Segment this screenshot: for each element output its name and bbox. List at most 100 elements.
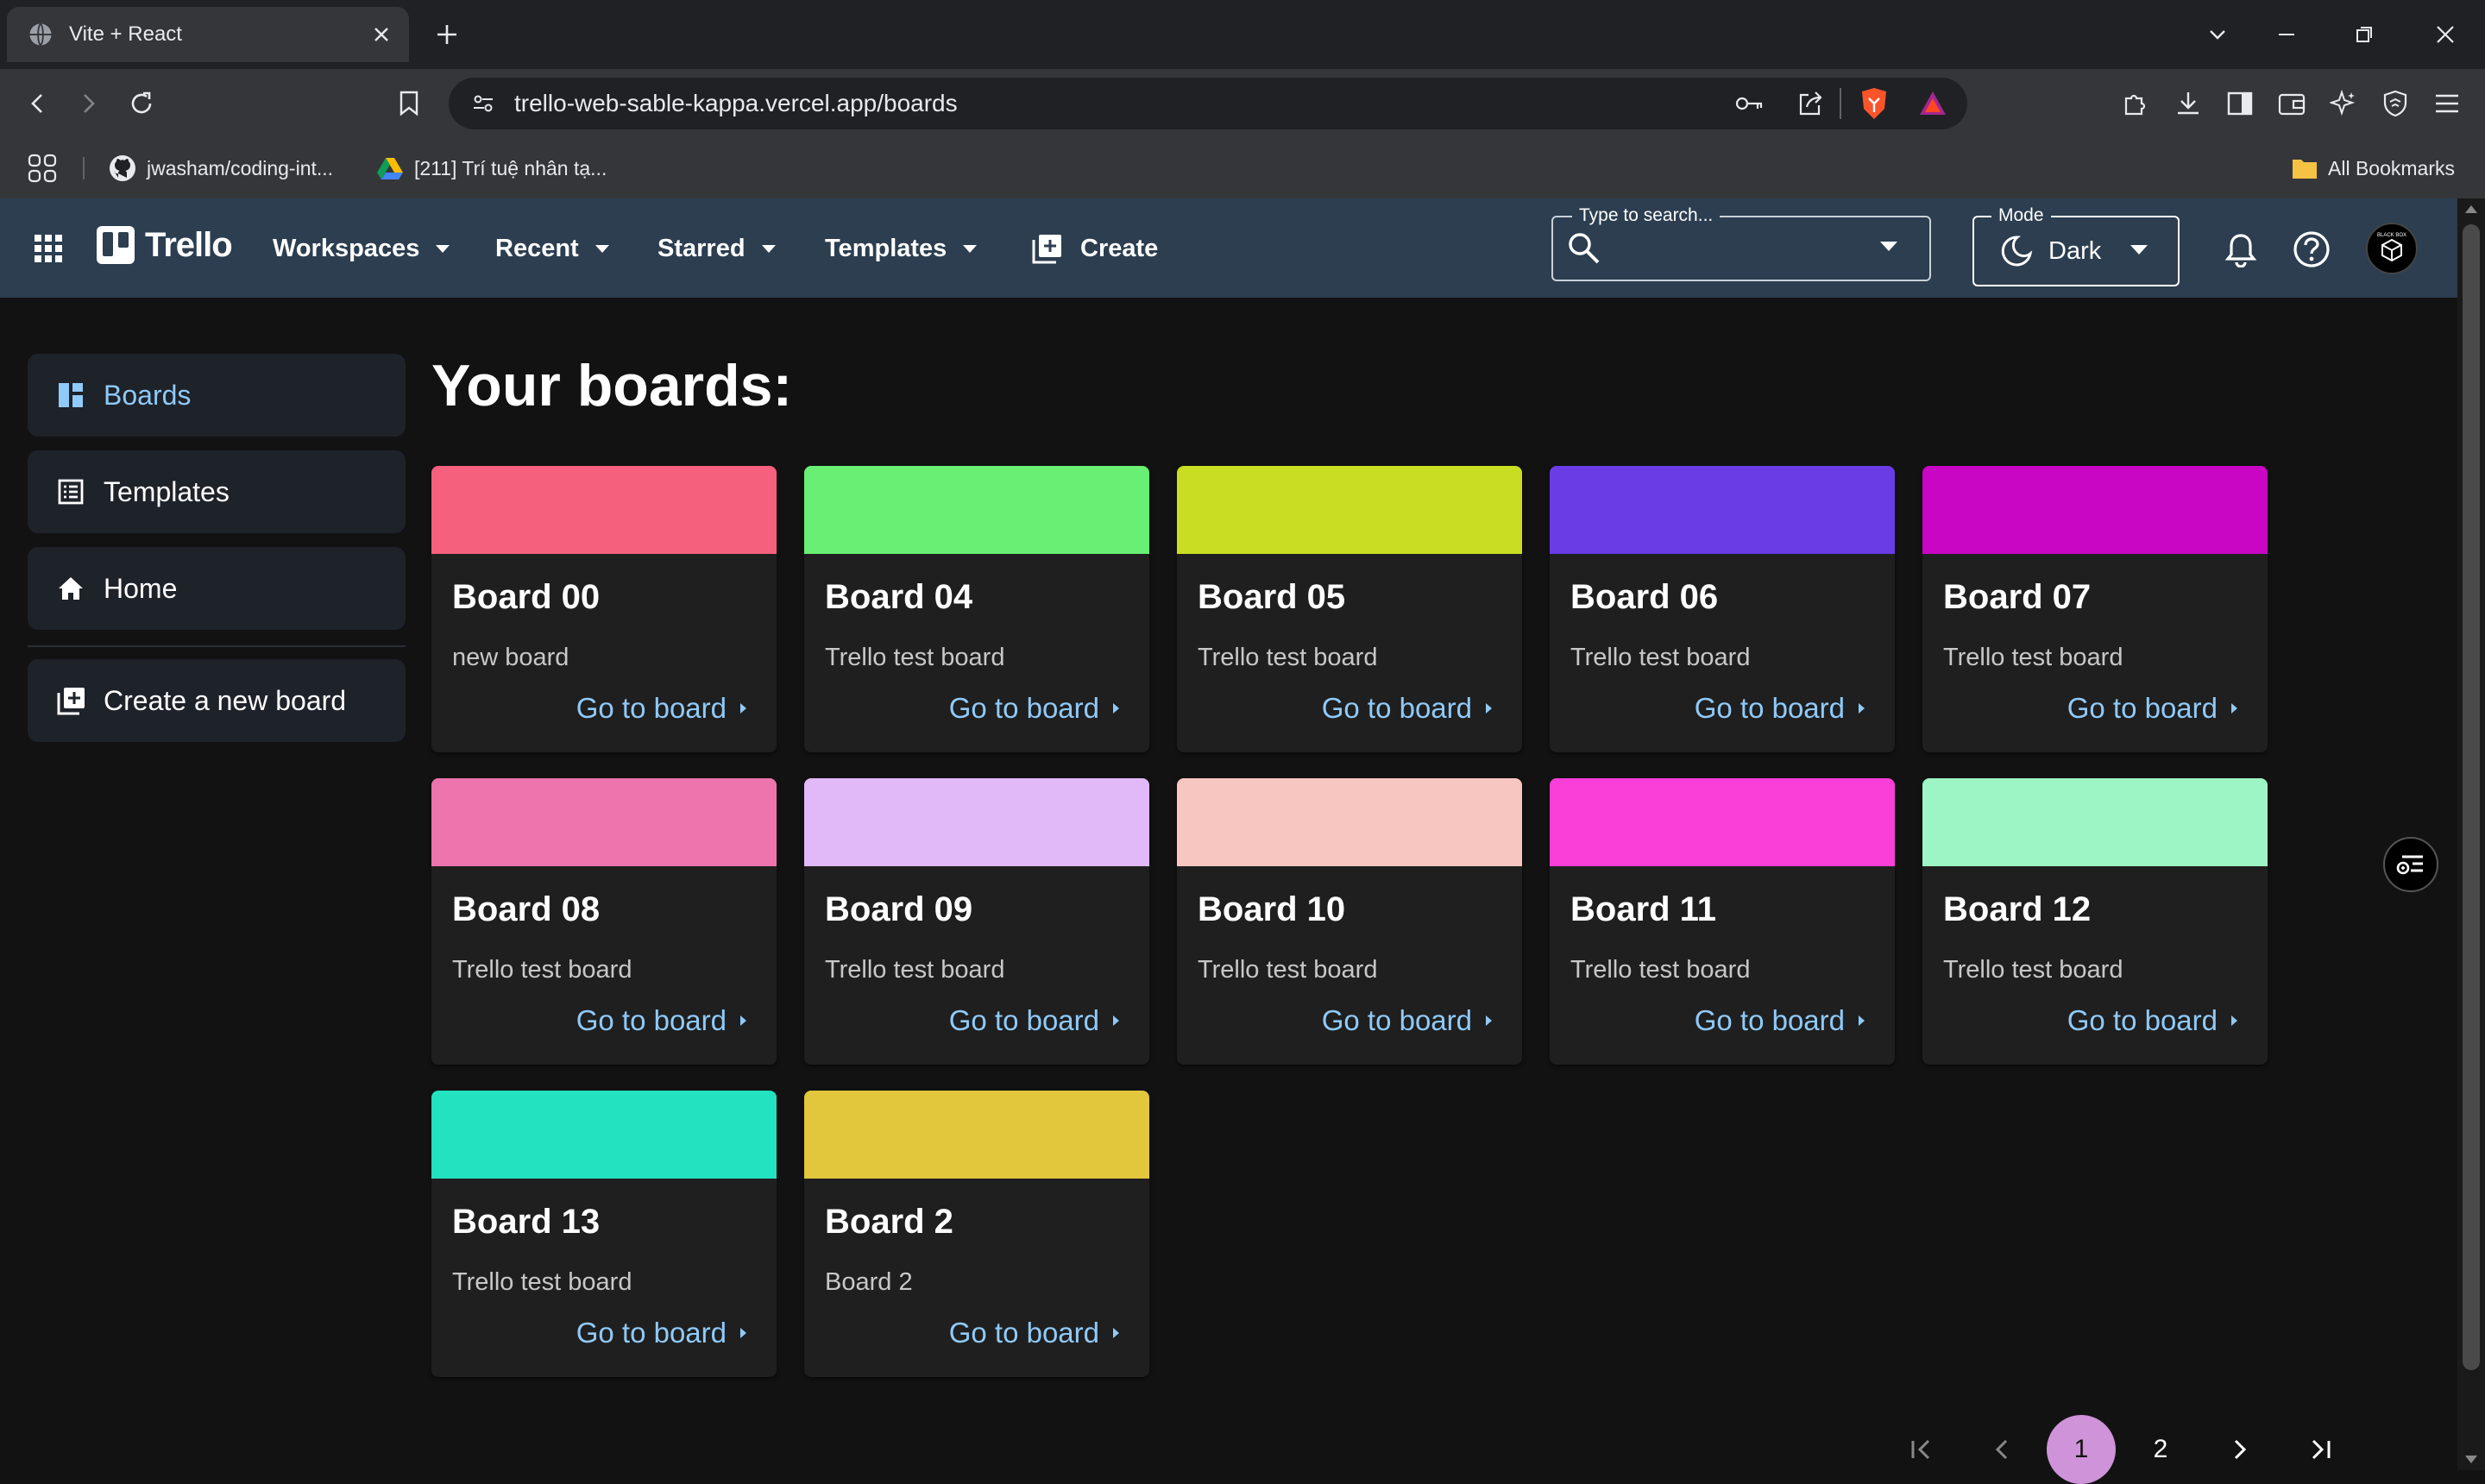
board-card[interactable]: Board 12 Trello test board Go to board — [1922, 778, 2268, 1065]
arrow-right-icon — [1857, 1014, 1865, 1028]
sidebar-item-home[interactable]: Home — [28, 547, 406, 630]
search-dropdown-icon[interactable] — [1879, 240, 1898, 256]
bookmark-item[interactable]: jwasham/coding-int... — [109, 152, 333, 185]
apps-grid-icon[interactable] — [28, 152, 57, 185]
scroll-down-icon[interactable] — [2464, 1455, 2478, 1465]
brave-shields-icon[interactable] — [1859, 86, 1890, 125]
dashboard-icon — [57, 381, 86, 409]
new-tab-icon[interactable] — [430, 17, 464, 52]
scrollbar-thumb[interactable] — [2463, 224, 2480, 1370]
first-page-icon[interactable] — [1888, 1415, 1957, 1484]
create-new-board-button[interactable]: Create a new board — [28, 659, 406, 742]
go-to-board-label: Go to board — [2067, 692, 2218, 724]
go-to-board-link[interactable]: Go to board — [949, 1317, 1120, 1349]
go-to-board-link[interactable]: Go to board — [2067, 1004, 2238, 1037]
back-icon[interactable] — [19, 85, 57, 123]
create-label: Create — [1080, 234, 1159, 262]
trello-logo[interactable]: Trello — [95, 224, 233, 266]
sidebar-item-boards[interactable]: Boards — [28, 354, 406, 437]
board-description: Trello test board — [1198, 956, 1378, 984]
board-card[interactable]: Board 11 Trello test board Go to board — [1550, 778, 1895, 1065]
browser-chrome: Vite + React trello-web-sable-kappa.verc… — [0, 0, 2485, 198]
board-title: Board 00 — [452, 578, 601, 616]
go-to-board-link[interactable]: Go to board — [576, 1004, 747, 1037]
forward-icon[interactable] — [69, 85, 107, 123]
board-card[interactable]: Board 07 Trello test board Go to board — [1922, 466, 2268, 752]
go-to-board-label: Go to board — [2067, 1004, 2218, 1036]
board-card[interactable]: Board 04 Trello test board Go to board — [804, 466, 1149, 752]
bookmark-icon[interactable] — [390, 85, 428, 123]
password-key-icon[interactable] — [1734, 91, 1764, 120]
templates-menu[interactable]: Templates — [825, 226, 978, 271]
board-card[interactable]: Board 00 new board Go to board — [431, 466, 777, 752]
page-2-button[interactable]: 2 — [2126, 1415, 2195, 1484]
go-to-board-link[interactable]: Go to board — [1322, 692, 1493, 725]
mode-value: Dark — [2048, 236, 2102, 265]
minimize-icon[interactable] — [2261, 12, 2312, 57]
close-window-icon[interactable] — [2419, 12, 2471, 57]
site-settings-icon[interactable] — [471, 91, 495, 120]
go-to-board-label: Go to board — [948, 1004, 1099, 1036]
go-to-board-label: Go to board — [576, 692, 727, 724]
tab-search-icon[interactable] — [2192, 12, 2243, 57]
page-scrollbar[interactable] — [2457, 198, 2485, 1470]
arrow-right-icon — [1111, 701, 1120, 715]
go-to-board-link[interactable]: Go to board — [1322, 1004, 1493, 1037]
vpn-shield-icon[interactable] — [2376, 85, 2414, 123]
arrow-right-icon — [1484, 701, 1493, 715]
last-page-icon[interactable] — [2285, 1415, 2354, 1484]
go-to-board-link[interactable]: Go to board — [949, 692, 1120, 725]
go-to-board-link[interactable]: Go to board — [1695, 692, 1865, 725]
go-to-board-link[interactable]: Go to board — [576, 692, 747, 725]
brave-rewards-icon[interactable] — [1917, 88, 1948, 123]
board-title: Board 04 — [825, 578, 973, 616]
bookmark-item[interactable]: [211] Trí tuệ nhân tạ... — [376, 152, 607, 185]
mode-legend: Mode — [1991, 205, 2051, 226]
sidebar-item-templates[interactable]: Templates — [28, 450, 406, 533]
workspaces-menu[interactable]: Workspaces — [273, 226, 450, 271]
go-to-board-link[interactable]: Go to board — [949, 1004, 1120, 1037]
help-icon[interactable] — [2292, 230, 2331, 269]
create-button[interactable]: Create — [1032, 226, 1158, 271]
google-drive-icon — [376, 156, 404, 180]
search-field[interactable]: Type to search... — [1551, 205, 1931, 281]
previous-page-icon[interactable] — [1967, 1415, 2036, 1484]
share-icon[interactable] — [1796, 90, 1824, 122]
mode-select[interactable]: Mode Dark — [1972, 205, 2180, 286]
go-to-board-link[interactable]: Go to board — [1695, 1004, 1865, 1037]
board-card[interactable]: Board 08 Trello test board Go to board — [431, 778, 777, 1065]
tab-title: Vite + React — [69, 22, 182, 46]
board-card[interactable]: Board 06 Trello test board Go to board — [1550, 466, 1895, 752]
menu-icon[interactable] — [2428, 85, 2466, 123]
board-card[interactable]: Board 2 Board 2 Go to board — [804, 1091, 1149, 1377]
restore-icon[interactable] — [2338, 12, 2390, 57]
address-bar[interactable]: trello-web-sable-kappa.vercel.app/boards — [449, 78, 1967, 129]
starred-menu[interactable]: Starred — [657, 226, 777, 271]
close-tab-icon[interactable] — [364, 17, 399, 52]
recent-menu[interactable]: Recent — [495, 226, 610, 271]
page-1-button[interactable]: 1 — [2047, 1415, 2116, 1484]
go-to-board-link[interactable]: Go to board — [576, 1317, 747, 1349]
apps-icon[interactable] — [29, 230, 67, 267]
board-card[interactable]: Board 05 Trello test board Go to board — [1177, 466, 1522, 752]
board-cover — [1550, 778, 1895, 866]
board-description: Trello test board — [1570, 644, 1751, 671]
reload-icon[interactable] — [123, 85, 160, 123]
floating-filter-icon[interactable] — [2383, 837, 2438, 892]
all-bookmarks[interactable]: All Bookmarks — [2292, 152, 2455, 185]
user-avatar[interactable]: BLACK BOX — [2366, 223, 2418, 274]
board-card[interactable]: Board 13 Trello test board Go to board — [431, 1091, 777, 1377]
scroll-up-icon[interactable] — [2464, 204, 2478, 214]
board-title: Board 11 — [1570, 890, 1716, 928]
notifications-icon[interactable] — [2221, 230, 2261, 269]
wallet-icon[interactable] — [2273, 85, 2311, 123]
go-to-board-link[interactable]: Go to board — [2067, 692, 2238, 725]
leo-ai-icon[interactable] — [2325, 85, 2362, 123]
downloads-icon[interactable] — [2169, 85, 2207, 123]
board-card[interactable]: Board 10 Trello test board Go to board — [1177, 778, 1522, 1065]
extensions-icon[interactable] — [2116, 85, 2154, 123]
board-card[interactable]: Board 09 Trello test board Go to board — [804, 778, 1149, 1065]
next-page-icon[interactable] — [2205, 1415, 2274, 1484]
browser-tab[interactable]: Vite + React — [7, 7, 409, 62]
sidebar-toggle-icon[interactable] — [2221, 85, 2259, 123]
